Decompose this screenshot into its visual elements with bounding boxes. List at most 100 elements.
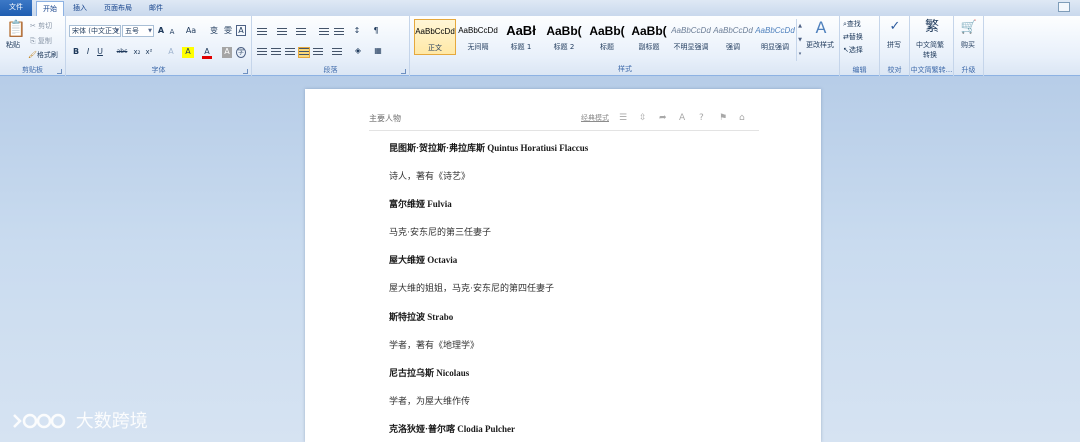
doc-line-1: 昆图斯·贺拉斯·弗拉库斯 Quintus Horatiusi Flaccus (389, 143, 589, 153)
doc-line-4: 马克·安东尼的第三任妻子 (389, 227, 491, 237)
chevron-up-icon[interactable]: ▲ (797, 19, 803, 33)
justify-icon[interactable] (298, 47, 310, 58)
style-no-spacing[interactable]: AaBbCcDd 无间隔 (457, 19, 499, 55)
tab-file[interactable]: 文件 (0, 0, 32, 16)
list-icon[interactable]: ☰ (619, 112, 627, 124)
styles-gallery-scroll[interactable]: ▲ ▼ ▾ (796, 19, 803, 61)
document-header-title: 主要人物 (369, 114, 401, 123)
doc-line-2: 诗人，著有《诗艺》 (389, 171, 471, 181)
line-spacing-icon[interactable] (332, 48, 342, 57)
align-left-icon[interactable] (257, 48, 267, 57)
font-name-select[interactable]: 宋体 (中文正文) ▼ (69, 25, 121, 37)
shrink-font-button[interactable]: A (167, 27, 177, 38)
doc-line-3: 富尔维娅 Fulvia (389, 199, 452, 209)
format-painter-button[interactable]: 🖌格式刷 (28, 51, 58, 60)
select-button[interactable]: ↖选择 (843, 46, 863, 55)
font-size-select[interactable]: 五号 ▼ (122, 25, 154, 37)
char-shading-button[interactable]: A (222, 47, 232, 58)
brush-icon: 🖌 (28, 51, 37, 59)
cart-icon[interactable]: 🛒 (960, 19, 978, 37)
tab-insert[interactable]: 插入 (66, 1, 94, 16)
more-styles-icon[interactable]: ▾ (797, 47, 803, 61)
enclosed-char-button[interactable]: 字 (236, 47, 246, 58)
change-styles-button[interactable]: 更改样式 (806, 41, 834, 50)
doc-line-7: 斯特拉波 Strabo (389, 312, 454, 322)
sort-icon[interactable]: ↕ (351, 26, 363, 37)
document-page[interactable]: 主要人物 经典模式 ☰ ⇳ ➦ A ? ⚑ ⌂ 昆图斯·贺拉斯·弗拉库斯 Qui… (305, 89, 821, 442)
help-icon[interactable]: ? (699, 112, 704, 124)
decrease-indent-icon[interactable] (319, 28, 329, 37)
distributed-icon[interactable] (313, 48, 323, 57)
style-emphasis[interactable]: AaBbCcDd 强调 (712, 19, 754, 55)
chevron-down-icon: ▼ (115, 28, 119, 34)
share-icon[interactable]: ➦ (659, 112, 667, 124)
expand-icon[interactable]: ⇳ (639, 112, 647, 124)
paste-icon[interactable]: 📋 (6, 20, 26, 38)
classic-mode-link[interactable]: 经典模式 (581, 113, 609, 123)
doc-line-10: 学者，为屋大维作传 (389, 396, 471, 406)
strikethrough-button[interactable]: abc (114, 47, 130, 58)
align-center-icon[interactable] (271, 48, 281, 57)
spelling-button[interactable]: 拼写 (887, 41, 901, 50)
show-marks-icon[interactable]: ¶ (370, 26, 382, 37)
font-group: 宋体 (中文正文) ▼ 五号 ▼ A A Aa 变 雯 A B I U abc x₂… (66, 16, 252, 76)
copy-button[interactable]: ⎘ 复制 (30, 37, 52, 46)
multilevel-list-icon[interactable] (296, 28, 306, 37)
style-title[interactable]: AaBb( 标题 (586, 19, 628, 55)
find-button[interactable]: ⌕查找 (843, 20, 861, 29)
shading-icon[interactable]: ◈ (352, 46, 364, 57)
home-icon[interactable]: ⌂ (739, 112, 745, 124)
tab-home[interactable]: 开始 (36, 1, 64, 17)
chinese-conversion-sublabel: 转换 (923, 51, 937, 59)
paste-button[interactable]: 粘贴 (6, 41, 20, 50)
cut-button[interactable]: ✂ 剪切 (30, 22, 52, 31)
change-styles-icon[interactable]: A (810, 19, 832, 37)
enclose-char-button[interactable]: 雯 (222, 26, 234, 37)
font-launcher-icon[interactable] (243, 69, 248, 74)
superscript-button[interactable]: x² (144, 47, 154, 58)
borders-icon[interactable]: ▦ (372, 46, 384, 57)
increase-indent-icon[interactable] (334, 28, 344, 37)
chevron-down-icon[interactable]: ▼ (797, 33, 803, 47)
numbering-icon[interactable] (277, 28, 287, 37)
grow-font-button[interactable]: A (156, 26, 166, 37)
replace-button[interactable]: ⇄替换 (843, 33, 863, 42)
style-heading-2[interactable]: AaBb( 标题 2 (543, 19, 585, 55)
style-heading-1[interactable]: AaBł 标题 1 (500, 19, 542, 55)
clipboard-group-label: 剪贴板 (22, 66, 43, 74)
spelling-icon[interactable]: ✓ (886, 18, 904, 36)
upgrade-group: 🛒 购买 升级 (954, 16, 984, 76)
bold-button[interactable]: B (71, 47, 81, 58)
style-subtle-emphasis[interactable]: AaBbCcDd 不明显强调 (670, 19, 712, 55)
tab-mailings[interactable]: 邮件 (142, 1, 170, 16)
paragraph-launcher-icon[interactable] (401, 69, 406, 74)
highlight-button[interactable]: A (182, 47, 194, 58)
styles-gallery: AaBbCcDd 正文 AaBbCcDd 无间隔 AaBł 标题 1 AaBb(… (414, 19, 796, 71)
font-color-button[interactable]: A (202, 47, 212, 59)
underline-button[interactable]: U (95, 47, 105, 58)
bookmark-icon[interactable]: ⚑ (719, 112, 727, 124)
clipboard-launcher-icon[interactable] (57, 69, 62, 74)
style-intense-emphasis[interactable]: AaBbCcDd 明显强调 (754, 19, 796, 55)
font-size-icon[interactable]: A (679, 112, 685, 124)
change-case-button[interactable]: Aa (184, 26, 198, 37)
style-normal[interactable]: AaBbCcDd 正文 (414, 19, 456, 55)
buy-button[interactable]: 购买 (961, 41, 975, 50)
bullets-icon[interactable] (257, 28, 267, 37)
chinese-conversion-icon[interactable]: 繁 (923, 18, 941, 36)
doc-line-5: 屋大维娅 Octavia (389, 255, 458, 265)
ribbon-minimize-button[interactable] (1058, 2, 1070, 12)
subscript-button[interactable]: x₂ (132, 47, 142, 58)
styles-group-label: 样式 (618, 65, 632, 73)
chevron-down-icon: ▼ (148, 28, 152, 34)
style-subtitle[interactable]: AaBb( 副标题 (628, 19, 670, 55)
char-border-button[interactable]: A (236, 25, 246, 36)
text-effects-button[interactable]: A (166, 47, 176, 58)
phonetic-guide-button[interactable]: 变 (208, 26, 220, 37)
italic-button[interactable]: I (83, 47, 93, 58)
chinese-conversion-button[interactable]: 中文简繁 (916, 41, 944, 50)
align-right-icon[interactable] (285, 48, 295, 57)
doc-line-6: 屋大维的姐姐，马克·安东尼的第四任妻子 (389, 283, 554, 293)
tab-page-layout[interactable]: 页面布局 (98, 1, 138, 16)
upgrade-group-label: 升级 (961, 66, 976, 74)
